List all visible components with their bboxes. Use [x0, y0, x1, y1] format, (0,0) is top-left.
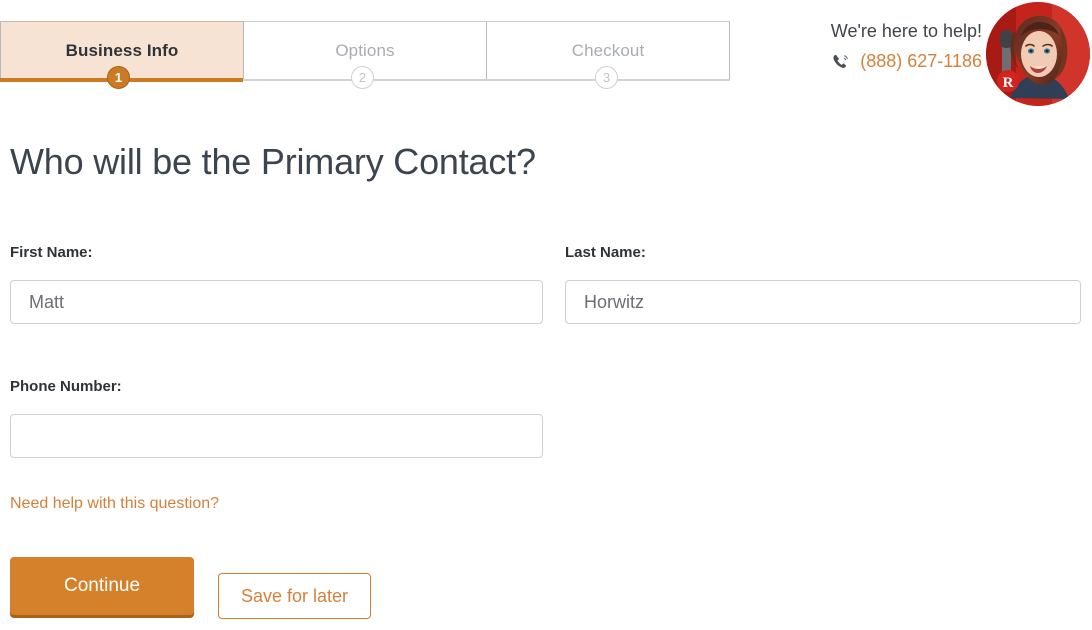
svg-text:R: R [1003, 75, 1014, 91]
step-tab-label: Checkout [571, 40, 645, 60]
phone-number-input[interactable] [10, 414, 543, 458]
step-badge-number: 3 [602, 70, 611, 85]
page-title: Who will be the Primary Contact? [10, 141, 536, 182]
help-title: We're here to help! [830, 21, 982, 41]
step-tab-label: Business Info [65, 40, 179, 60]
step-badge-number: 1 [114, 70, 123, 85]
first-name-label: First Name: [10, 244, 93, 261]
help-phone-row[interactable]: (888) 627-1186 [722, 51, 982, 72]
step-badge-1[interactable]: 1 [107, 66, 130, 89]
last-name-input[interactable] [565, 280, 1081, 324]
need-help-link[interactable]: Need help with this question? [10, 495, 219, 513]
step-badge-3[interactable]: 3 [595, 66, 618, 89]
help-phone-number[interactable]: (888) 627-1186 [860, 51, 982, 72]
step-badge-number: 2 [358, 70, 367, 85]
continue-button[interactable]: Continue [10, 557, 194, 615]
phone-ringing-icon [831, 52, 851, 72]
step-tab-label: Options [335, 40, 395, 60]
help-contact-block: We're here to help! (888) 627-1186 [722, 20, 982, 72]
page-header: Business Info Options Checkout 1 2 3 We'… [0, 0, 1092, 110]
save-for-later-button[interactable]: Save for later [218, 573, 371, 619]
phone-number-label: Phone Number: [10, 378, 122, 395]
last-name-label: Last Name: [565, 244, 646, 261]
first-name-input[interactable] [10, 280, 543, 324]
support-agent-avatar: R [986, 2, 1090, 106]
step-badge-2[interactable]: 2 [351, 66, 374, 89]
